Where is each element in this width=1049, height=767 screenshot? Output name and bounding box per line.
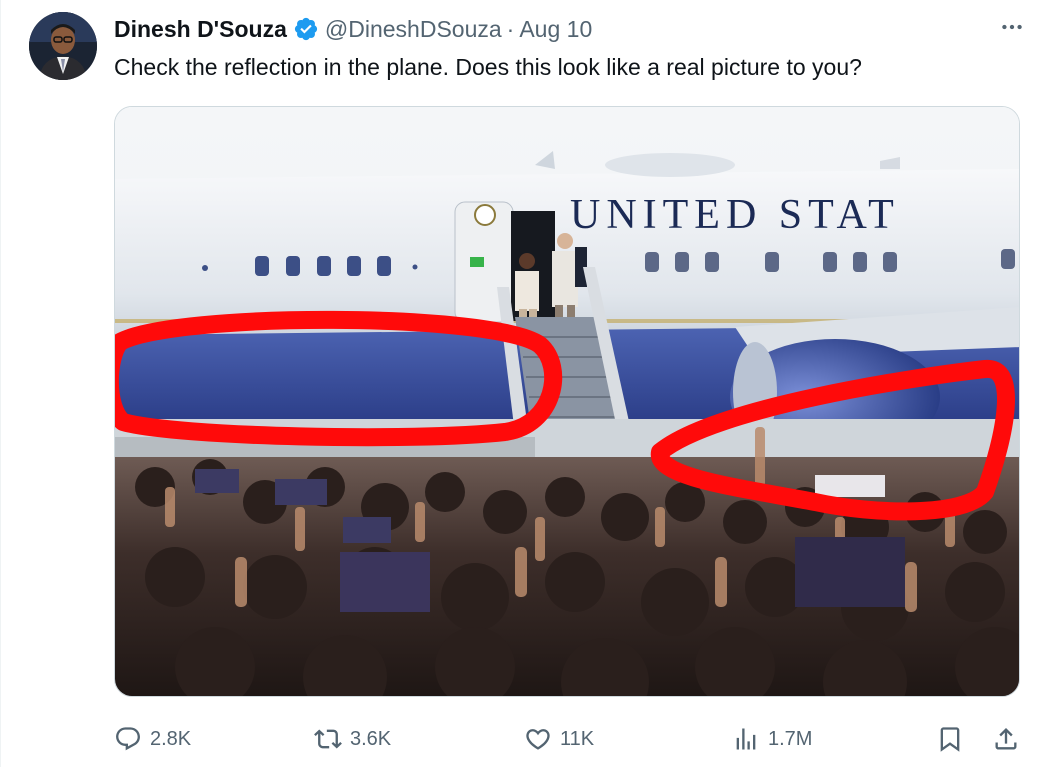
views-button[interactable]: 1.7M [732,722,812,756]
share-icon [992,725,1020,753]
avatar[interactable] [29,12,97,80]
bookmark-button[interactable] [936,722,964,756]
timestamp[interactable]: Aug 10 [519,16,592,43]
handle[interactable]: @DineshDSouza [325,16,502,43]
views-icon [732,725,760,753]
reply-icon [114,725,142,753]
plane-lettering: UNITED STAT [570,192,900,238]
tweet[interactable]: Dinesh D'Souza @DineshDSouza · Aug 10 Ch… [0,0,1049,767]
share-button[interactable] [992,722,1020,756]
display-name[interactable]: Dinesh D'Souza [114,16,287,43]
like-count: 11K [560,727,595,750]
tweet-header: Dinesh D'Souza @DineshDSouza · Aug 10 [114,14,592,44]
reply-count: 2.8K [150,727,192,750]
like-icon [524,725,552,753]
bookmark-icon [936,725,964,753]
repost-button[interactable]: 3.6K [314,722,391,756]
timeline-divider [0,0,1,767]
separator-dot: · [506,15,515,42]
views-count: 1.7M [768,727,813,750]
action-bar: 2.8K 3.6K 11K 1.7M [114,722,1024,756]
like-button[interactable]: 11K [524,722,594,756]
verified-badge-icon[interactable] [293,16,319,42]
repost-count: 3.6K [350,727,392,750]
more-icon[interactable] [997,12,1027,42]
repost-icon [314,725,342,753]
tweet-photo[interactable]: UNITED STAT [114,106,1020,697]
tweet-text: Check the reflection in the plane. Does … [114,54,862,80]
reply-button[interactable]: 2.8K [114,722,191,756]
